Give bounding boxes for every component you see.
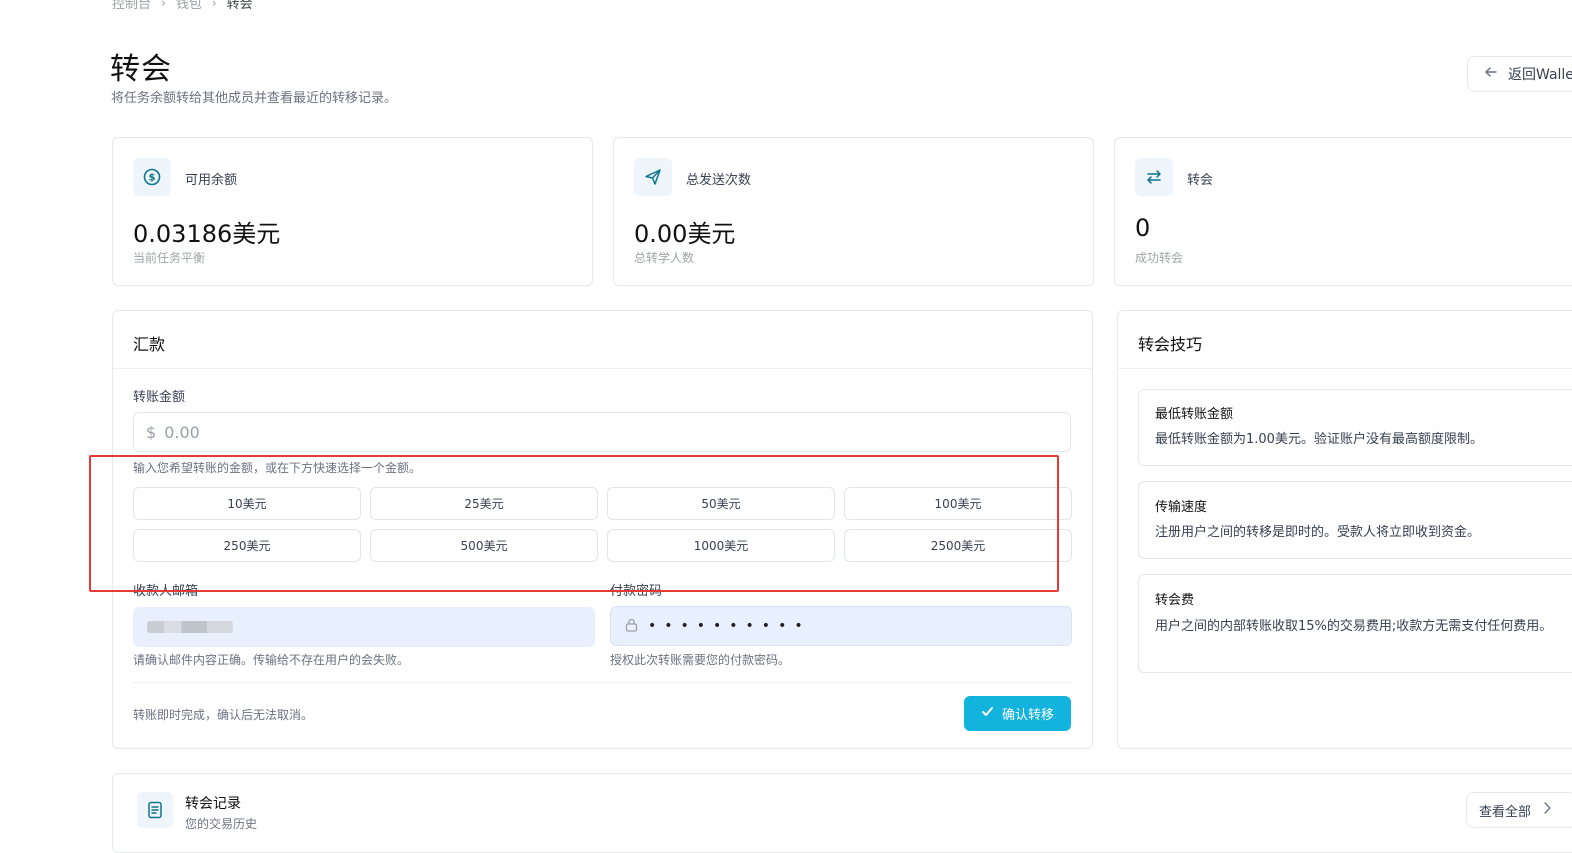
tip-title: 转会费 [1155, 593, 1195, 608]
tip-text: 注册用户之间的转移是即时的。受款人将立即收到资金。 [1155, 525, 1481, 540]
breadcrumb-item-console[interactable]: 控制台 [112, 0, 151, 12]
divider [1118, 368, 1572, 369]
amount-input[interactable]: $ 0.00 [133, 412, 1071, 452]
stat-value: 0.03186美元 [133, 220, 281, 248]
document-icon [137, 792, 173, 828]
view-all-button[interactable]: 查看全部 [1466, 792, 1572, 828]
stat-label: 总发送次数 [686, 173, 752, 188]
password-value: •••••••••• [648, 618, 811, 634]
chevron-right-icon [1543, 802, 1551, 818]
history-subtitle: 您的交易历史 [185, 817, 258, 831]
footer-note: 转账即时完成，确认后无法取消。 [133, 708, 314, 722]
highlight-box [89, 455, 1059, 592]
stat-label: 转会 [1187, 173, 1214, 188]
history-card: 转会记录 您的交易历史 [112, 773, 1572, 853]
stat-label: 可用余额 [185, 173, 238, 188]
stat-card-transfers: 转会 0 成功转会 [1114, 137, 1572, 286]
stat-value: 0 [1135, 214, 1151, 242]
divider [133, 682, 1072, 683]
breadcrumb: 控制台 › 钱包 › 转会 [112, 0, 253, 12]
stat-card-balance: $ 可用余额 0.03186美元 当前任务平衡 [112, 137, 593, 286]
paper-plane-icon [634, 158, 672, 196]
tips-card: 转会技巧 最低转账金额 最低转账金额为1.00美元。验证账户没有最高额度限制。 … [1117, 310, 1572, 749]
arrow-left-icon [1484, 65, 1498, 83]
divider [113, 368, 1092, 369]
page-subtitle: 将任务余额转给其他成员并查看最近的转移记录。 [111, 91, 398, 106]
payment-password-input[interactable]: •••••••••• [610, 606, 1072, 646]
tips-title: 转会技巧 [1138, 335, 1203, 354]
history-title: 转会记录 [185, 796, 241, 812]
tip-title: 传输速度 [1155, 500, 1208, 515]
chevron-right-icon: › [211, 0, 217, 10]
swap-arrows-icon [1135, 158, 1173, 196]
tip-fee: 转会费 用户之间的内部转账收取15%的交易费用;收款方无需支付任何费用。 [1138, 574, 1572, 673]
chevron-right-icon: › [161, 0, 166, 10]
breadcrumb-item-current: 转会 [226, 0, 253, 12]
stat-caption: 当前任务平衡 [133, 251, 206, 265]
check-icon [981, 705, 994, 722]
page-title: 转会 [110, 52, 172, 87]
tip-text: 用户之间的内部转账收取15%的交易费用;收款方无需支付任何费用。 [1155, 619, 1553, 634]
svg-text:$: $ [149, 173, 156, 184]
lock-icon [625, 617, 638, 636]
tip-text: 最低转账金额为1.00美元。验证账户没有最高额度限制。 [1155, 432, 1483, 447]
tip-min-amount: 最低转账金额 最低转账金额为1.00美元。验证账户没有最高额度限制。 [1138, 389, 1572, 466]
tip-speed: 传输速度 注册用户之间的转移是即时的。受款人将立即收到资金。 [1138, 481, 1572, 559]
confirm-transfer-button[interactable]: 确认转移 [964, 696, 1071, 731]
email-hint: 请确认邮件内容正确。传输给不存在用户的会失败。 [133, 653, 410, 667]
remit-title: 汇款 [133, 335, 166, 354]
confirm-button-label: 确认转移 [1001, 708, 1054, 723]
stat-card-total-sent: 总发送次数 0.00美元 总转学人数 [613, 137, 1094, 286]
password-hint: 授权此次转账需要您的付款密码。 [610, 653, 791, 667]
back-to-wallet-button[interactable]: 返回Wallet [1467, 56, 1572, 92]
dollar-circle-icon: $ [133, 158, 171, 196]
breadcrumb-item-wallet[interactable]: 钱包 [176, 0, 202, 12]
tip-title: 最低转账金额 [1155, 407, 1234, 422]
redacted-email [147, 621, 233, 633]
currency-symbol: $ [146, 422, 157, 442]
stat-caption: 总转学人数 [634, 251, 695, 265]
amount-placeholder: 0.00 [164, 422, 200, 442]
back-button-label: 返回Wallet [1508, 67, 1572, 83]
stat-caption: 成功转会 [1135, 251, 1184, 265]
view-all-label: 查看全部 [1479, 804, 1532, 820]
recipient-email-input[interactable] [133, 607, 595, 647]
stat-value: 0.00美元 [634, 220, 736, 248]
amount-label: 转账金额 [133, 390, 186, 405]
